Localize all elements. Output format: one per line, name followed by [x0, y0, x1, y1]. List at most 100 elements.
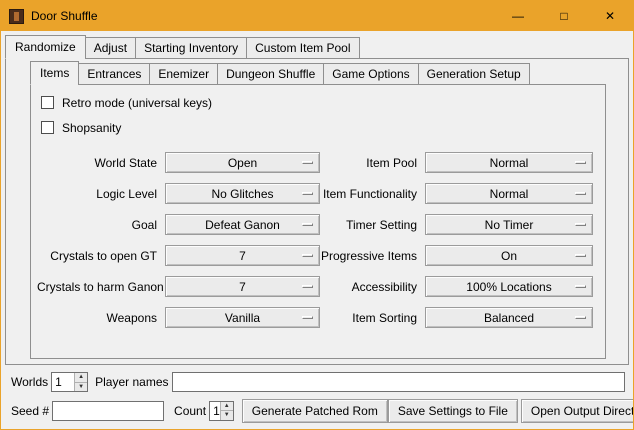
open-output-directory-button[interactable]: Open Output Directory [521, 399, 634, 423]
world-state-value: Open [228, 156, 257, 170]
spinner-arrows: ▲ ▼ [74, 373, 87, 391]
tab-entrances[interactable]: Entrances [78, 63, 150, 85]
timer-setting-dropdown[interactable]: No Timer [425, 214, 593, 235]
seed-input[interactable] [52, 401, 164, 421]
randomize-pane: Items Entrances Enemizer Dungeon Shuffle… [5, 58, 629, 365]
timer-setting-value: No Timer [485, 218, 534, 232]
dropdown-indicator-icon [302, 223, 313, 226]
retro-mode-checkbox-row[interactable]: Retro mode (universal keys) [37, 90, 599, 115]
maximize-button[interactable]: □ [541, 1, 587, 31]
item-pool-dropdown[interactable]: Normal [425, 152, 593, 173]
dropdown-indicator-icon [302, 254, 313, 257]
item-sorting-label: Item Sorting [320, 311, 425, 325]
settings-grid: World State Open Item Pool Normal [37, 147, 599, 333]
retro-mode-label: Retro mode (universal keys) [62, 96, 212, 110]
worlds-label: Worlds [11, 375, 48, 389]
seed-label: Seed # [11, 404, 49, 418]
dropdown-indicator-icon [302, 161, 313, 164]
worlds-row: Worlds 1 ▲ ▼ Player names [11, 371, 625, 393]
tab-custom-item-pool[interactable]: Custom Item Pool [246, 37, 359, 59]
worlds-spin-up-icon[interactable]: ▲ [75, 373, 87, 382]
settings-row: Crystals to harm Ganon 7 Accessibility 1… [37, 271, 599, 302]
logic-level-dropdown[interactable]: No Glitches [165, 183, 320, 204]
weapons-label: Weapons [37, 311, 165, 325]
tab-enemizer[interactable]: Enemizer [149, 63, 218, 85]
weapons-dropdown[interactable]: Vanilla [165, 307, 320, 328]
save-settings-button[interactable]: Save Settings to File [388, 399, 518, 423]
retro-mode-checkbox[interactable] [41, 96, 54, 109]
shopsanity-checkbox[interactable] [41, 121, 54, 134]
item-pool-label: Item Pool [320, 156, 425, 170]
tab-items[interactable]: Items [30, 61, 79, 85]
count-spin-up-icon[interactable]: ▲ [221, 402, 233, 411]
dropdown-indicator-icon [302, 316, 313, 319]
outer-tab-bar: Randomize Adjust Starting Inventory Cust… [5, 35, 629, 59]
generate-patched-rom-button[interactable]: Generate Patched Rom [242, 399, 388, 423]
logic-level-value: No Glitches [211, 187, 273, 201]
count-spin-down-icon[interactable]: ▼ [221, 410, 233, 420]
goal-label: Goal [37, 218, 165, 232]
crystals-harm-ganon-dropdown[interactable]: 7 [165, 276, 320, 297]
dropdown-indicator-icon [575, 316, 586, 319]
close-icon: ✕ [605, 10, 615, 22]
shopsanity-label: Shopsanity [62, 121, 121, 135]
crystals-open-gt-label: Crystals to open GT [37, 249, 165, 263]
settings-row: Crystals to open GT 7 Progressive Items … [37, 240, 599, 271]
item-functionality-dropdown[interactable]: Normal [425, 183, 593, 204]
tab-starting-inventory[interactable]: Starting Inventory [135, 37, 247, 59]
count-spinbox[interactable]: 1 ▲ ▼ [209, 401, 234, 421]
accessibility-dropdown[interactable]: 100% Locations [425, 276, 593, 297]
worlds-spin-down-icon[interactable]: ▼ [75, 382, 87, 392]
client-area: Randomize Adjust Starting Inventory Cust… [1, 31, 633, 429]
settings-row: Weapons Vanilla Item Sorting Balanced [37, 302, 599, 333]
item-pool-value: Normal [490, 156, 529, 170]
inner-notebook: Items Entrances Enemizer Dungeon Shuffle… [30, 61, 606, 359]
accessibility-label: Accessibility [320, 280, 425, 294]
world-state-dropdown[interactable]: Open [165, 152, 320, 173]
bottom-controls: Worlds 1 ▲ ▼ Player names Seed # Count 1 [5, 365, 629, 429]
window-controls: — □ ✕ [495, 1, 633, 31]
weapons-value: Vanilla [225, 311, 260, 325]
shopsanity-checkbox-row[interactable]: Shopsanity [37, 115, 599, 140]
logic-level-label: Logic Level [37, 187, 165, 201]
outer-notebook: Randomize Adjust Starting Inventory Cust… [5, 35, 629, 365]
progressive-items-dropdown[interactable]: On [425, 245, 593, 266]
minimize-icon: — [512, 10, 524, 22]
dropdown-indicator-icon [575, 223, 586, 226]
tab-generation-setup[interactable]: Generation Setup [418, 63, 530, 85]
crystals-open-gt-value: 7 [239, 249, 246, 263]
progressive-items-value: On [501, 249, 517, 263]
goal-dropdown[interactable]: Defeat Ganon [165, 214, 320, 235]
tab-dungeon-shuffle[interactable]: Dungeon Shuffle [217, 63, 324, 85]
goal-value: Defeat Ganon [205, 218, 280, 232]
accessibility-value: 100% Locations [466, 280, 551, 294]
player-names-input[interactable] [172, 372, 626, 392]
items-pane: Retro mode (universal keys) Shopsanity W… [30, 84, 606, 359]
world-state-label: World State [37, 156, 165, 170]
close-button[interactable]: ✕ [587, 1, 633, 31]
crystals-harm-ganon-value: 7 [239, 280, 246, 294]
worlds-spinbox[interactable]: 1 ▲ ▼ [51, 372, 88, 392]
item-functionality-value: Normal [490, 187, 529, 201]
dropdown-indicator-icon [575, 192, 586, 195]
tab-adjust[interactable]: Adjust [85, 37, 136, 59]
title-bar[interactable]: Door Shuffle — □ ✕ [1, 1, 633, 31]
count-label: Count [174, 404, 206, 418]
tab-game-options[interactable]: Game Options [323, 63, 418, 85]
player-names-label: Player names [95, 375, 168, 389]
window-title: Door Shuffle [31, 9, 98, 23]
dropdown-indicator-icon [575, 161, 586, 164]
settings-row: World State Open Item Pool Normal [37, 147, 599, 178]
worlds-value: 1 [52, 373, 74, 391]
crystals-open-gt-dropdown[interactable]: 7 [165, 245, 320, 266]
item-sorting-value: Balanced [484, 311, 534, 325]
settings-row: Logic Level No Glitches Item Functionali… [37, 178, 599, 209]
spinner-arrows: ▲ ▼ [220, 402, 233, 420]
app-window: Door Shuffle — □ ✕ Randomize Adjust Star… [0, 0, 634, 430]
progressive-items-label: Progressive Items [320, 249, 425, 263]
inner-tab-bar: Items Entrances Enemizer Dungeon Shuffle… [30, 61, 606, 85]
tab-randomize[interactable]: Randomize [5, 35, 86, 59]
seed-row: Seed # Count 1 ▲ ▼ Generate Patched Rom … [11, 398, 625, 423]
minimize-button[interactable]: — [495, 1, 541, 31]
item-sorting-dropdown[interactable]: Balanced [425, 307, 593, 328]
